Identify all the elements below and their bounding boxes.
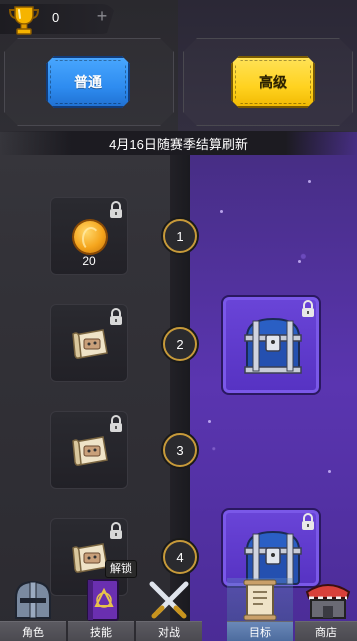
lock-icon <box>110 308 122 325</box>
shop-icon <box>305 584 351 619</box>
nav-label-skills: 技能 <box>68 621 134 641</box>
scroll-ticket-icon <box>72 329 108 359</box>
nav-label-battle: 对战 <box>136 621 202 641</box>
reward-quantity: 20 <box>82 254 96 268</box>
unlock-tag: 解锁 <box>105 560 137 578</box>
premium-tier-button[interactable]: 高级 <box>231 56 315 108</box>
free-reward-level-2[interactable] <box>50 304 128 382</box>
helmet-icon <box>15 580 51 619</box>
coin-icon <box>74 221 106 253</box>
nav-tab-character[interactable]: 角色 <box>0 578 66 641</box>
level-node-1: 1 <box>163 219 197 253</box>
free-reward-level-3[interactable] <box>50 411 128 489</box>
nav-tab-goals[interactable]: 目标 <box>227 578 293 641</box>
scroll-ticket-icon <box>72 436 108 466</box>
blue-chest-icon <box>244 317 302 374</box>
premium-reward-level-2[interactable] <box>221 295 321 395</box>
level-node-3: 3 <box>163 433 197 467</box>
nav-tab-skills[interactable]: 技能 <box>68 578 134 641</box>
plus-icon[interactable]: + <box>93 7 111 25</box>
spellbook-icon <box>87 579 119 621</box>
normal-tier-label: 普通 <box>74 74 102 90</box>
premium-reward-level-4[interactable] <box>221 508 321 588</box>
trophy-icon <box>8 6 40 35</box>
level-node-4: 4 <box>163 540 197 574</box>
free-reward-level-1[interactable]: 20 <box>50 197 128 275</box>
lock-icon <box>110 201 122 218</box>
premium-tier-label: 高级 <box>259 74 287 90</box>
nav-tab-shop[interactable]: 商店 <box>295 578 357 641</box>
level-node-2: 2 <box>163 327 197 361</box>
crossed-swords-icon <box>149 581 189 619</box>
season-refresh-banner: 4月16日随赛季结算刷新 <box>0 131 357 155</box>
bottom-nav: 角色 技能 对战 目标 商店 <box>0 578 357 641</box>
nav-tab-battle[interactable]: 对战 <box>136 578 202 641</box>
nav-label-character: 角色 <box>0 621 66 641</box>
normal-tier-button[interactable]: 普通 <box>46 56 130 108</box>
trophy-count: 0 <box>52 10 60 25</box>
nav-label-shop: 商店 <box>295 621 357 641</box>
lock-icon <box>110 522 122 539</box>
nav-label-goals: 目标 <box>227 621 293 641</box>
scroll-icon <box>243 579 277 621</box>
lock-icon <box>110 415 122 432</box>
